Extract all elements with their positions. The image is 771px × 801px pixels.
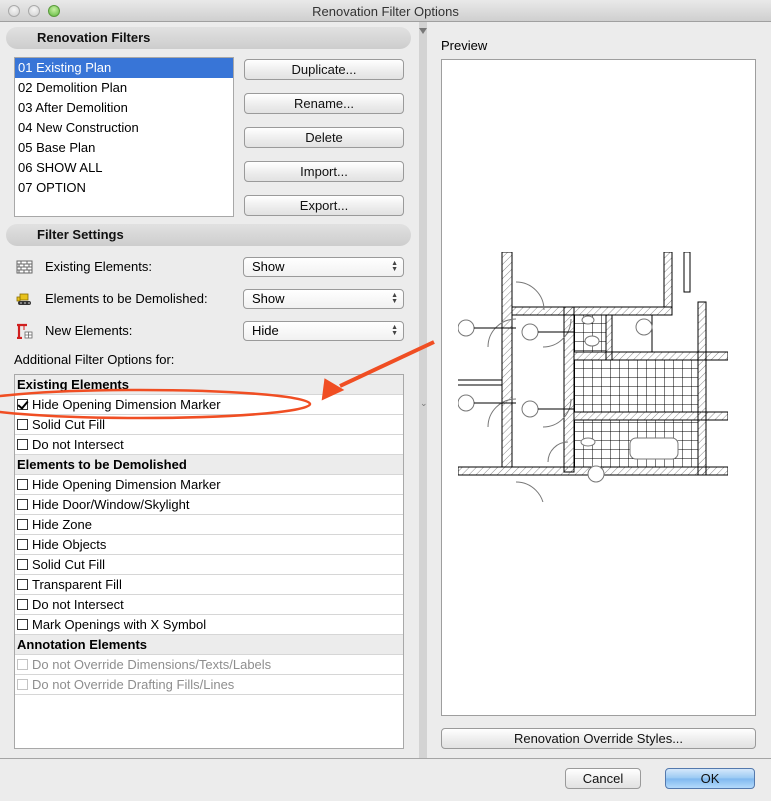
- option-checkbox-row[interactable]: Hide Opening Dimension Marker: [15, 395, 403, 415]
- rename-button[interactable]: Rename...: [244, 93, 404, 114]
- ok-button[interactable]: OK: [665, 768, 755, 789]
- stepper-arrows-icon: ▲ ▼: [391, 292, 398, 305]
- panel-splitter[interactable]: ⌄: [419, 22, 428, 758]
- delete-button[interactable]: Delete: [244, 127, 404, 148]
- setting-label: New Elements:: [45, 323, 133, 338]
- floor-plan-preview: [458, 252, 728, 502]
- select-value: Show: [252, 259, 285, 274]
- renovation-filters-heading[interactable]: Renovation Filters: [6, 27, 411, 49]
- option-label: Mark Openings with X Symbol: [32, 617, 207, 632]
- preview-area: [441, 59, 756, 716]
- duplicate-button[interactable]: Duplicate...: [244, 59, 404, 80]
- option-checkbox[interactable]: [17, 559, 28, 570]
- filter-settings-heading[interactable]: Filter Settings: [6, 224, 411, 246]
- option-checkbox-row[interactable]: Hide Door/Window/Skylight: [15, 495, 403, 515]
- stepper-arrows-icon: ▲ ▼: [391, 260, 398, 273]
- option-label: Hide Objects: [32, 537, 107, 552]
- filter-list-item[interactable]: 01 Existing Plan: [15, 58, 233, 78]
- option-checkbox[interactable]: [17, 519, 28, 530]
- option-label: Hide Door/Window/Skylight: [32, 497, 190, 512]
- option-checkbox: [17, 659, 28, 670]
- option-group-heading: Annotation Elements: [15, 635, 403, 655]
- cancel-button[interactable]: Cancel: [565, 768, 641, 789]
- option-checkbox: [17, 679, 28, 690]
- renovation-override-styles-button[interactable]: Renovation Override Styles...: [441, 728, 756, 749]
- option-label: Do not Intersect: [32, 437, 124, 452]
- right-panel: Preview Renovation Override Styles...: [428, 22, 771, 758]
- option-checkbox[interactable]: [17, 579, 28, 590]
- option-checkbox-row[interactable]: Hide Zone: [15, 515, 403, 535]
- option-checkbox-row: Do not Override Drafting Fills/Lines: [15, 675, 403, 695]
- title-bar: Renovation Filter Options: [0, 0, 771, 22]
- footer-divider: [0, 758, 771, 759]
- option-checkbox-row: Do not Override Dimensions/Texts/Labels: [15, 655, 403, 675]
- filter-options-list[interactable]: Existing Elements Hide Opening Dimension …: [14, 374, 404, 749]
- option-checkbox[interactable]: [17, 479, 28, 490]
- renovation-filter-list[interactable]: 01 Existing Plan 02 Demolition Plan 03 Aft…: [14, 57, 234, 217]
- option-checkbox-row[interactable]: Do not Intersect: [15, 435, 403, 455]
- option-label: Solid Cut Fill: [32, 557, 105, 572]
- setting-existing-elements: Existing Elements: Show ▲ ▼: [14, 257, 404, 277]
- option-label: Hide Opening Dimension Marker: [32, 477, 221, 492]
- option-checkbox-row[interactable]: Solid Cut Fill: [15, 415, 403, 435]
- option-group-heading: Existing Elements: [15, 375, 403, 395]
- filter-list-item[interactable]: 02 Demolition Plan: [15, 78, 233, 98]
- preview-label: Preview: [441, 38, 488, 53]
- option-label: Do not Override Drafting Fills/Lines: [32, 677, 235, 692]
- existing-elements-select[interactable]: Show ▲ ▼: [243, 257, 404, 277]
- option-checkbox[interactable]: [17, 539, 28, 550]
- option-checkbox-row[interactable]: Hide Opening Dimension Marker: [15, 475, 403, 495]
- new-elements-select[interactable]: Hide ▲ ▼: [243, 321, 404, 341]
- option-label: Hide Zone: [32, 517, 92, 532]
- option-label: Do not Intersect: [32, 597, 124, 612]
- collapse-arrow-icon[interactable]: [419, 28, 427, 34]
- option-checkbox[interactable]: [17, 599, 28, 610]
- filter-list-item[interactable]: 06 SHOW ALL: [15, 158, 233, 178]
- import-button[interactable]: Import...: [244, 161, 404, 182]
- option-checkbox-row[interactable]: Solid Cut Fill: [15, 555, 403, 575]
- bulldozer-icon: [16, 291, 34, 307]
- additional-options-label: Additional Filter Options for:: [14, 352, 175, 367]
- setting-label: Existing Elements:: [45, 259, 152, 274]
- option-checkbox-row[interactable]: Transparent Fill: [15, 575, 403, 595]
- crane-icon: [16, 323, 34, 340]
- option-group-heading: Elements to be Demolished: [15, 455, 403, 475]
- export-button[interactable]: Export...: [244, 195, 404, 216]
- option-checkbox[interactable]: [17, 619, 28, 630]
- setting-demolished-elements: Elements to be Demolished: Show ▲ ▼: [14, 289, 404, 309]
- window-title-text: Renovation Filter Options: [312, 4, 459, 19]
- option-checkbox-row[interactable]: Do not Intersect: [15, 595, 403, 615]
- splitter-grip-icon[interactable]: ⌄: [420, 398, 428, 409]
- option-checkbox-row[interactable]: Hide Objects: [15, 535, 403, 555]
- option-label: Hide Opening Dimension Marker: [32, 397, 221, 412]
- window-title: Renovation Filter Options: [0, 4, 771, 19]
- filter-list-item[interactable]: 03 After Demolition: [15, 98, 233, 118]
- option-label: Transparent Fill: [32, 577, 122, 592]
- setting-label: Elements to be Demolished:: [45, 291, 208, 306]
- select-value: Show: [252, 291, 285, 306]
- option-checkbox[interactable]: [17, 499, 28, 510]
- stepper-arrows-icon: ▲ ▼: [391, 324, 398, 337]
- option-checkbox[interactable]: [17, 399, 28, 410]
- filter-list-item[interactable]: 07 OPTION: [15, 178, 233, 198]
- option-label: Do not Override Dimensions/Texts/Labels: [32, 657, 272, 672]
- option-checkbox-row[interactable]: Mark Openings with X Symbol: [15, 615, 403, 635]
- setting-new-elements: New Elements: Hide ▲ ▼: [14, 321, 404, 341]
- filter-list-item[interactable]: 05 Base Plan: [15, 138, 233, 158]
- demolished-elements-select[interactable]: Show ▲ ▼: [243, 289, 404, 309]
- select-value: Hide: [252, 323, 279, 338]
- left-panel: Renovation Filters 01 Existing Plan 02 De…: [0, 22, 418, 758]
- brick-wall-icon: [16, 259, 34, 275]
- filter-list-item[interactable]: 04 New Construction: [15, 118, 233, 138]
- option-checkbox[interactable]: [17, 419, 28, 430]
- option-label: Solid Cut Fill: [32, 417, 105, 432]
- option-checkbox[interactable]: [17, 439, 28, 450]
